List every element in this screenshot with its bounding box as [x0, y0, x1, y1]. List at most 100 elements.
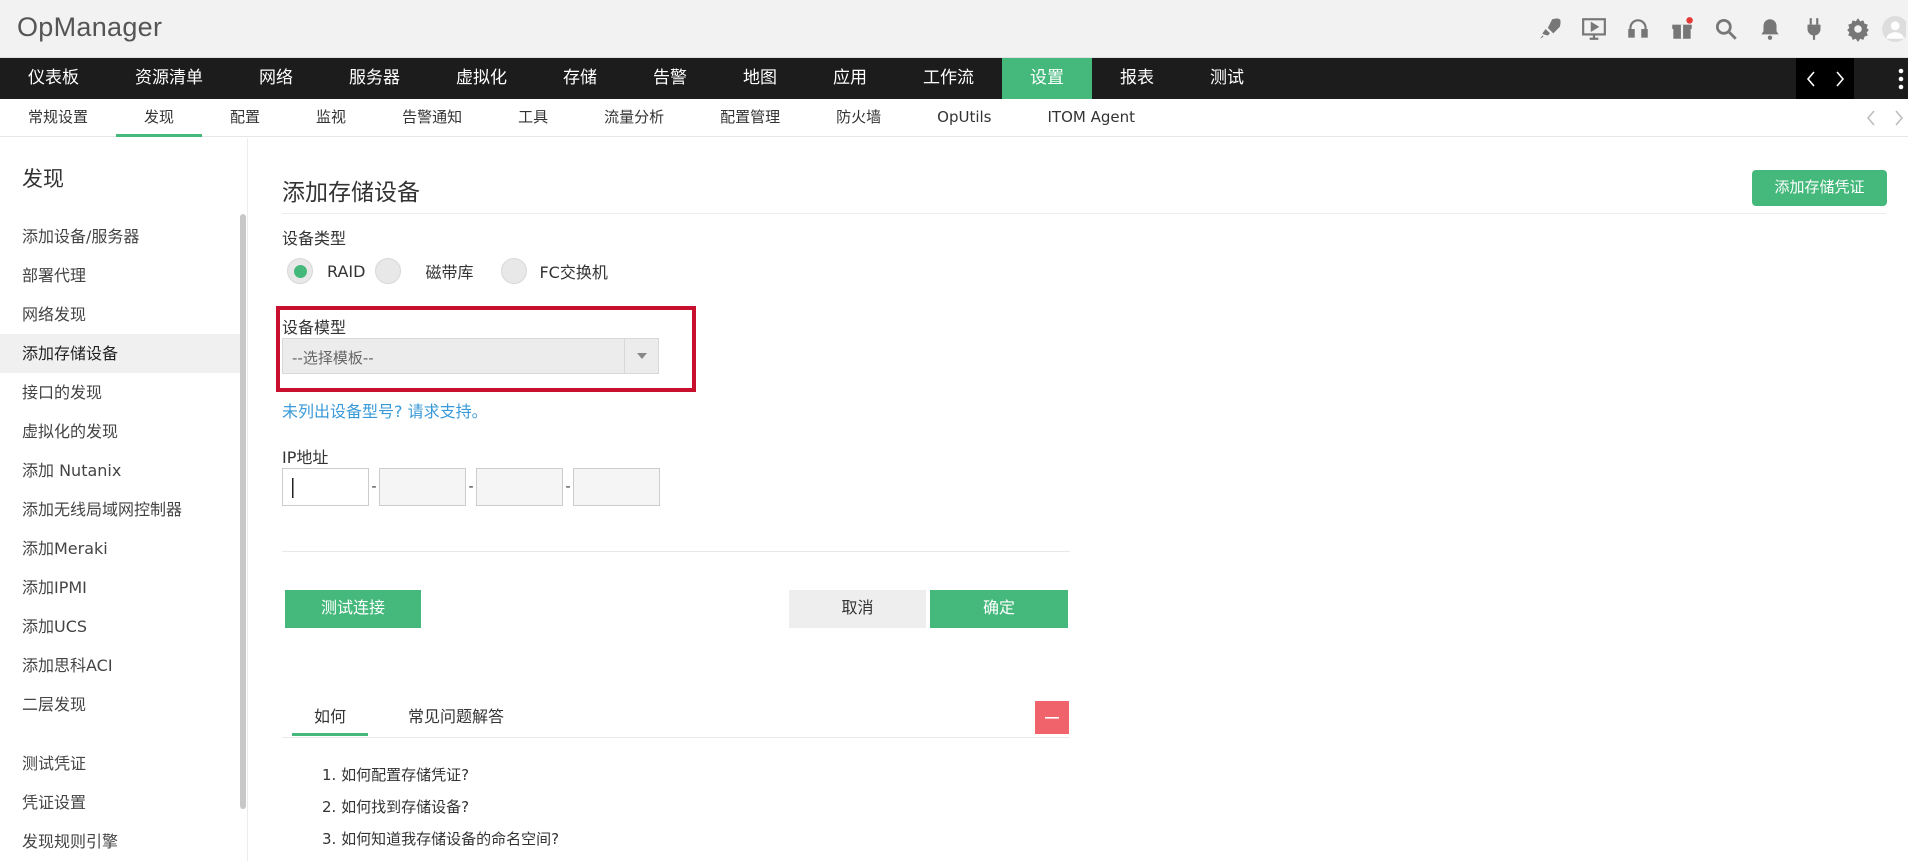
nav-workflow[interactable]: 工作流 [895, 58, 1002, 99]
chevron-left-icon[interactable] [1803, 69, 1819, 89]
device-model-placeholder: --选择模板-- [292, 349, 374, 367]
sidebar: 发现 添加设备/服务器 部署代理 网络发现 添加存储设备 接口的发现 虚拟化的发… [0, 138, 248, 861]
ip-octet-2-input[interactable] [379, 468, 466, 506]
tab-how-to[interactable]: 如何 [292, 700, 369, 736]
nav-apps[interactable]: 应用 [805, 58, 895, 99]
sidebar-title: 发现 [22, 167, 64, 191]
radio-raid[interactable] [287, 258, 313, 284]
radio-tape-library[interactable] [375, 258, 402, 284]
sidebar-item-add-meraki[interactable]: 添加Meraki [0, 529, 240, 568]
gift-icon[interactable] [1660, 0, 1704, 58]
more-vertical-icon[interactable] [1895, 67, 1908, 91]
sidebar-item-add-ipmi[interactable]: 添加IPMI [0, 568, 240, 607]
request-support-link[interactable]: 未列出设备型号? 请求支持。 [282, 398, 488, 422]
nav-reports[interactable]: 报表 [1092, 58, 1182, 99]
minus-icon [1045, 716, 1059, 719]
add-storage-credential-button[interactable]: 添加存储凭证 [1752, 170, 1887, 206]
rocket-icon[interactable] [1528, 0, 1572, 58]
tab-flow-analysis[interactable]: 流量分析 [576, 99, 692, 137]
nav-alarms[interactable]: 告警 [625, 58, 715, 99]
sidebar-item-add-cisco-aci[interactable]: 添加思科ACI [0, 646, 240, 685]
sidebar-list: 添加设备/服务器 部署代理 网络发现 添加存储设备 接口的发现 虚拟化的发现 添… [0, 217, 240, 861]
tab-firewall[interactable]: 防火墙 [808, 99, 909, 137]
device-type-radio-group: RAID 磁带库 FC交换机 [287, 256, 618, 286]
nav-maps[interactable]: 地图 [715, 58, 805, 99]
tab-notifications[interactable]: 告警通知 [374, 99, 490, 137]
collapse-help-button[interactable] [1035, 701, 1069, 734]
sidebar-item-add-device[interactable]: 添加设备/服务器 [0, 217, 240, 256]
sidebar-item-test-credentials[interactable]: 测试凭证 [0, 744, 240, 783]
gear-icon[interactable] [1836, 0, 1880, 58]
main-navigation: 仪表板 资源清单 网络 服务器 虚拟化 存储 告警 地图 应用 工作流 设置 报… [0, 58, 1908, 99]
app-logo[interactable]: OpManager [17, 12, 162, 43]
list-item[interactable]: 1. 如何配置存储凭证? [322, 759, 559, 791]
media-icon[interactable] [1572, 0, 1616, 58]
radio-selected-dot [293, 264, 307, 278]
help-tabs: 如何 常见问题解答 [292, 700, 544, 736]
ok-button[interactable]: 确定 [930, 590, 1068, 628]
radio-fc-switch-label: FC交换机 [539, 263, 608, 282]
user-avatar-icon[interactable] [1880, 0, 1908, 58]
nav-settings[interactable]: 设置 [1002, 58, 1092, 99]
tab-configuration[interactable]: 配置 [202, 99, 288, 137]
test-connection-button[interactable]: 测试连接 [285, 590, 421, 628]
tab-itom-agent[interactable]: ITOM Agent [1019, 99, 1163, 137]
sidebar-item-credential-settings[interactable]: 凭证设置 [0, 783, 240, 822]
bell-icon[interactable] [1748, 0, 1792, 58]
help-tabs-divider [282, 737, 1070, 738]
cancel-button[interactable]: 取消 [789, 590, 926, 628]
page-title: 添加存储设备 [282, 180, 420, 206]
sidebar-item-add-wlc[interactable]: 添加无线局域网控制器 [0, 490, 240, 529]
sidebar-item-layer2-discovery[interactable]: 二层发现 [0, 685, 240, 724]
tab-general-settings[interactable]: 常规设置 [0, 99, 116, 137]
list-item[interactable]: 3. 如何知道我存储设备的命名空间? [322, 823, 559, 855]
chevron-left-icon[interactable] [1864, 108, 1878, 128]
ip-address-label: IP地址 [282, 448, 329, 467]
device-model-label: 设备模型 [282, 318, 347, 337]
nav-virtualization[interactable]: 虚拟化 [428, 58, 535, 99]
form-divider [282, 551, 1070, 552]
chevron-down-icon[interactable] [624, 339, 658, 373]
nav-servers[interactable]: 服务器 [321, 58, 428, 99]
nav-inventory[interactable]: 资源清单 [107, 58, 231, 99]
radio-raid-label: RAID [327, 261, 366, 281]
chevron-right-icon[interactable] [1832, 69, 1848, 89]
tab-tools[interactable]: 工具 [490, 99, 576, 137]
chevron-right-icon[interactable] [1892, 108, 1906, 128]
nav-test[interactable]: 测试 [1182, 58, 1272, 99]
sidebar-scrollbar[interactable] [240, 214, 246, 809]
ip-octet-3-input[interactable] [476, 468, 563, 506]
sidebar-item-interface-discovery[interactable]: 接口的发现 [0, 373, 240, 412]
nav-storage[interactable]: 存储 [535, 58, 625, 99]
tab-monitoring[interactable]: 监视 [288, 99, 374, 137]
faq-list: 1. 如何配置存储凭证? 2. 如何找到存储设备? 3. 如何知道我存储设备的命… [322, 759, 559, 855]
device-model-select[interactable]: --选择模板-- [282, 338, 659, 374]
ip-separator: - [468, 479, 474, 495]
headset-icon[interactable] [1616, 0, 1660, 58]
main-content: 添加存储设备 添加存储凭证 设备类型 RAID 磁带库 FC交换机 设备模型 -… [276, 138, 1887, 861]
list-item[interactable]: 2. 如何找到存储设备? [322, 791, 559, 823]
sidebar-item-add-ucs[interactable]: 添加UCS [0, 607, 240, 646]
ip-separator: - [565, 479, 571, 495]
radio-fc-switch[interactable] [501, 258, 528, 284]
header-toolbar [1528, 0, 1908, 58]
sidebar-item-deploy-agent[interactable]: 部署代理 [0, 256, 240, 295]
ip-address-inputs: - - - [282, 468, 660, 506]
sidebar-item-network-discovery[interactable]: 网络发现 [0, 295, 240, 334]
tab-discovery[interactable]: 发现 [116, 99, 203, 137]
sidebar-item-add-nutanix[interactable]: 添加 Nutanix [0, 451, 240, 490]
ip-octet-4-input[interactable] [573, 468, 660, 506]
tab-oputils[interactable]: OpUtils [909, 99, 1019, 137]
tab-faq[interactable]: 常见问题解答 [386, 700, 526, 736]
device-type-label: 设备类型 [282, 229, 347, 248]
plug-icon[interactable] [1792, 0, 1836, 58]
sidebar-item-virtualization-discovery[interactable]: 虚拟化的发现 [0, 412, 240, 451]
search-icon[interactable] [1704, 0, 1748, 58]
tab-config-management[interactable]: 配置管理 [692, 99, 808, 137]
nav-dashboard[interactable]: 仪表板 [0, 58, 107, 99]
nav-network[interactable]: 网络 [231, 58, 321, 99]
sidebar-item-add-storage[interactable]: 添加存储设备 [0, 334, 240, 373]
sidebar-item-discovery-rule-engine[interactable]: 发现规则引擎 [0, 822, 240, 861]
ip-octet-1-input[interactable] [282, 468, 369, 506]
